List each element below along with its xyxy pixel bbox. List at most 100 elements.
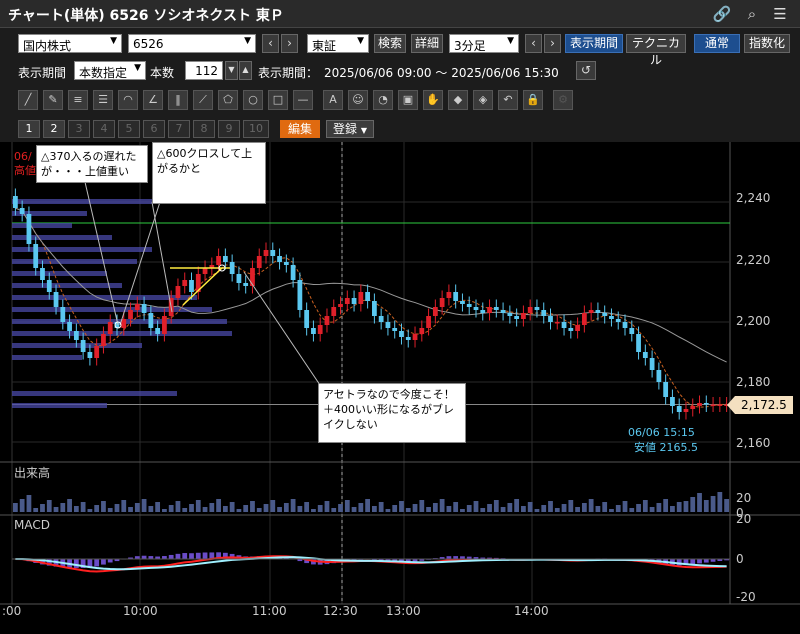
page-2-button[interactable]: 2	[43, 120, 65, 138]
volume-bar	[182, 508, 188, 512]
annotation-note-3[interactable]: アセトラなので今度こそ！＋400いい形になるがブレイクしない	[318, 383, 466, 443]
volume-title: 出来高	[14, 466, 51, 480]
candle-body	[344, 298, 350, 304]
angle-tool-icon[interactable]: ⟋	[193, 90, 213, 110]
candle-body	[277, 256, 282, 262]
hline-tool-icon[interactable]: —	[293, 90, 313, 110]
candle-body	[636, 334, 641, 352]
prev-interval-button[interactable]: ‹	[525, 34, 542, 53]
volume-bar	[642, 500, 648, 512]
icon-tool-icon[interactable]: ☺	[348, 90, 368, 110]
count-input[interactable]: 112	[185, 61, 223, 80]
annotation-note-2[interactable]: △600クロスして上がるかと	[152, 142, 266, 204]
page-4-button[interactable]: 4	[93, 120, 115, 138]
exchange-select[interactable]: 東証 ▼	[307, 34, 369, 53]
volume-bar	[358, 503, 364, 512]
candle-body	[527, 307, 533, 313]
count-down-button[interactable]: ▼	[225, 61, 238, 80]
candle-body	[615, 319, 621, 322]
refresh-icon[interactable]: ↺	[576, 61, 596, 80]
settings-tool-icon[interactable]: ⚙	[553, 90, 573, 110]
interval-select[interactable]: 3分足 ▼	[449, 34, 519, 53]
volume-bar	[439, 499, 445, 512]
register-label: 登録	[333, 122, 358, 136]
hlines-tool-icon[interactable]: ≡	[68, 90, 88, 110]
eraser-all-tool-icon[interactable]: ◈	[473, 90, 493, 110]
page-8-button[interactable]: 8	[193, 120, 215, 138]
page-3-button[interactable]: 3	[68, 120, 90, 138]
chart-area[interactable]: 06/ 高値 △370入るの遅れたが・・・上値重い △600クロスして上がるかと…	[0, 142, 800, 634]
volume-bar	[338, 504, 343, 512]
candle-body	[487, 307, 492, 313]
line-tool-icon[interactable]: ╱	[18, 90, 38, 110]
volume-bar	[134, 503, 140, 512]
channel-tool-icon[interactable]: ☰	[93, 90, 113, 110]
image-tool-icon[interactable]: ▣	[398, 90, 418, 110]
search-icon[interactable]: ⌕	[742, 4, 762, 24]
text-tool-icon[interactable]: A	[323, 90, 343, 110]
candle-body	[87, 352, 93, 358]
volume-bar	[114, 504, 120, 512]
page-1-button[interactable]: 1	[18, 120, 40, 138]
search-button[interactable]: 検索	[374, 34, 406, 53]
pentagon-tool-icon[interactable]: ⬠	[218, 90, 238, 110]
volume-bar	[101, 501, 106, 512]
candle-body	[26, 214, 32, 244]
page-9-button[interactable]: 9	[218, 120, 240, 138]
volume-bar	[263, 504, 269, 512]
vlines-tool-icon[interactable]: ‖	[168, 90, 188, 110]
count-mode-select[interactable]: 本数指定 ▼	[74, 61, 146, 80]
candle-body	[53, 292, 59, 307]
page-6-button[interactable]: 6	[143, 120, 165, 138]
index-button[interactable]: 指数化	[744, 34, 790, 53]
volume-bar	[426, 507, 431, 512]
volume-bar	[250, 501, 255, 512]
page-10-button[interactable]: 10	[243, 120, 269, 138]
candle-body	[493, 307, 499, 310]
volume-profile-bar	[12, 343, 142, 348]
next-stock-button[interactable]: ›	[281, 34, 298, 53]
normal-button[interactable]: 通常	[694, 34, 740, 53]
rectangle-tool-icon[interactable]: □	[268, 90, 288, 110]
candle-body	[649, 358, 655, 370]
eraser-tool-icon[interactable]: ◆	[448, 90, 468, 110]
volume-bar	[453, 502, 459, 512]
volume-bar	[46, 500, 52, 512]
link-icon[interactable]: 🔗	[712, 4, 732, 24]
count-up-button[interactable]: ▲	[239, 61, 252, 80]
volume-profile-bar	[12, 271, 107, 276]
edit-button[interactable]: 編集	[280, 120, 320, 138]
candle-body	[202, 268, 208, 274]
arc-tool-icon[interactable]: ◠	[118, 90, 138, 110]
circle-tool-icon[interactable]: ○	[243, 90, 263, 110]
fan-tool-icon[interactable]: ∠	[143, 90, 163, 110]
hand-tool-icon[interactable]: ✋	[423, 90, 443, 110]
volume-profile-bar	[12, 199, 152, 204]
volume-bar	[189, 504, 194, 512]
prev-stock-button[interactable]: ‹	[262, 34, 279, 53]
candle-body	[419, 328, 425, 334]
balloon-tool-icon[interactable]: ◔	[373, 90, 393, 110]
volume-bar	[419, 500, 425, 512]
candle-body	[521, 313, 526, 319]
ruler-tool-icon[interactable]: ✎	[43, 90, 63, 110]
technical-button[interactable]: テクニカル	[626, 34, 686, 67]
next-interval-button[interactable]: ›	[544, 34, 561, 53]
display-period-button[interactable]: 表示期間	[565, 34, 623, 53]
menu-icon[interactable]: ☰	[770, 4, 790, 24]
page-7-button[interactable]: 7	[168, 120, 190, 138]
market-select[interactable]: 国内株式 ▼	[18, 34, 122, 53]
undo-tool-icon[interactable]: ↶	[498, 90, 518, 110]
page-5-button[interactable]: 5	[118, 120, 140, 138]
detail-button[interactable]: 詳細	[411, 34, 443, 53]
macd-histogram-bar	[94, 559, 100, 567]
volume-bar	[311, 509, 316, 512]
candle-body	[128, 310, 133, 319]
register-button[interactable]: 登録 ▼	[326, 120, 374, 138]
lock-tool-icon[interactable]: 🔒	[523, 90, 543, 110]
moving-average-line	[15, 207, 727, 363]
code-input[interactable]: 6526 ▼	[128, 34, 256, 53]
annotation-note-1[interactable]: △370入るの遅れたが・・・上値重い	[36, 145, 148, 183]
volume-bar	[53, 507, 59, 512]
volume-bar	[372, 506, 377, 512]
